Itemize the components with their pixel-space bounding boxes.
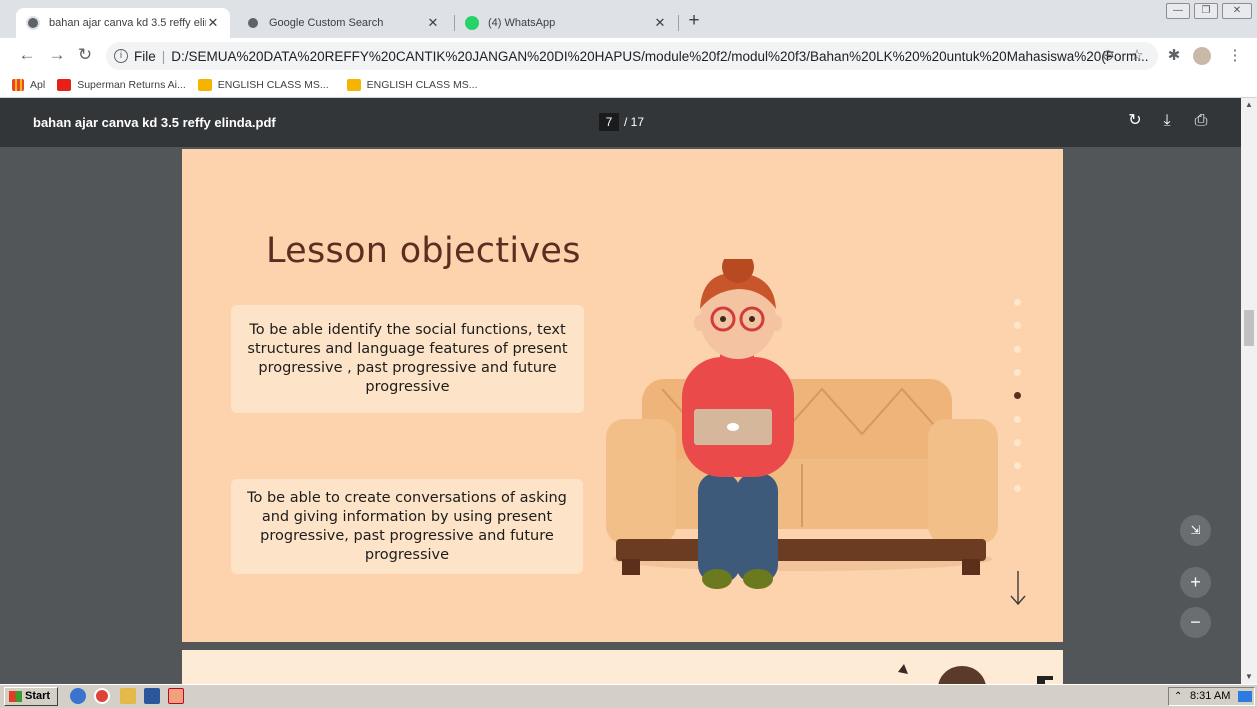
tab-whatsapp[interactable]: (4) WhatsApp ✕ (455, 8, 677, 38)
slide-nav-dot (1014, 299, 1021, 306)
file-label: File (134, 48, 156, 64)
page-title: Lesson objectives (266, 231, 581, 271)
clock: 8:31 AM (1190, 690, 1231, 702)
slide-nav-dot (1014, 392, 1021, 400)
internet-explorer-icon[interactable] (70, 688, 86, 704)
tab-strip: bahan ajar canva kd 3.5 reffy elinda.pdf… (0, 0, 1257, 38)
bookmark-label: Superman Returns Ai... (77, 78, 186, 91)
app-icon[interactable] (168, 688, 184, 704)
back-button[interactable]: ← (16, 44, 38, 66)
download-icon[interactable]: ⤓ (1157, 111, 1177, 131)
url-text: D:/SEMUA%20DATA%20REFFY%20CANTIK%20JANGA… (171, 48, 1149, 64)
next-slide-page (182, 650, 1063, 684)
tab-title: bahan ajar canva kd 3.5 reffy elinda.pdf (49, 17, 206, 29)
tab-google-search[interactable]: Google Custom Search ✕ (236, 8, 450, 38)
vertical-scrollbar[interactable]: ▲ ▼ (1241, 98, 1257, 684)
avatar[interactable] (1193, 47, 1211, 65)
slide-nav-dot (1014, 415, 1021, 423)
start-button[interactable]: Start (4, 687, 58, 706)
address-bar[interactable]: i File | D:/SEMUA%20DATA%20REFFY%20CANTI… (106, 42, 1158, 70)
scroll-up-icon[interactable]: ▲ (1241, 98, 1257, 112)
rotate-icon[interactable]: ↻ (1125, 111, 1145, 131)
tab-separator (678, 15, 679, 31)
bookmarks-bar: Apl Superman Returns Ai... ENGLISH CLASS… (0, 72, 1257, 98)
windows-taskbar: Start 8:31 AM ⌃ (0, 684, 1257, 708)
objective-text: To be able to create conversations of as… (247, 489, 567, 563)
page-number-input[interactable]: 7 (599, 113, 619, 131)
bookmark-label: Apl (30, 78, 46, 91)
close-tab-icon[interactable]: ✕ (653, 15, 667, 31)
objective-text: To be able identify the social functions… (247, 322, 568, 395)
slide-nav-dot (1014, 368, 1021, 376)
browser-toolbar: ← → ↻ i File | D:/SEMUA%20DATA%20REFFY%2… (0, 38, 1257, 72)
scroll-down-icon[interactable]: ▼ (1241, 670, 1257, 684)
bookmark-english-class-2[interactable]: ENGLISH CLASS MS... (346, 78, 478, 91)
reload-button[interactable]: ↻ (74, 44, 96, 66)
slide-nav-dot (1014, 438, 1021, 446)
globe-icon (246, 16, 260, 30)
bookmark-english-class-1[interactable]: ENGLISH CLASS MS... (197, 78, 329, 91)
page-total: / 17 (624, 115, 645, 129)
forward-button[interactable]: → (46, 44, 68, 66)
network-icon[interactable] (1238, 691, 1252, 702)
site-info-icon[interactable]: i (114, 49, 128, 63)
youtube-icon (57, 78, 72, 91)
slide-nav-dot (1014, 345, 1021, 353)
fit-to-page-button[interactable]: ⇲ (1180, 515, 1211, 546)
bookmark-label: ENGLISH CLASS MS... (366, 78, 478, 91)
whatsapp-icon (465, 16, 479, 30)
bookmark-superman[interactable]: Superman Returns Ai... (57, 78, 186, 91)
arrow-down-icon (1010, 571, 1026, 606)
zoom-icon[interactable]: ⊖ (1099, 47, 1117, 65)
next-slide-illustration (898, 664, 1053, 684)
chevron-up-icon[interactable]: ⌃ (1174, 688, 1182, 705)
slide-nav-dot (1014, 462, 1021, 470)
slide-nav-dot (1014, 322, 1021, 330)
tab-title: Google Custom Search (269, 17, 384, 29)
slide-nav-dot (1014, 485, 1021, 493)
tab-pdf[interactable]: bahan ajar canva kd 3.5 reffy elinda.pdf… (16, 8, 230, 38)
print-icon[interactable]: ⎙ (1191, 111, 1211, 131)
word-icon[interactable] (144, 688, 160, 704)
close-tab-icon[interactable]: ✕ (206, 15, 220, 31)
chrome-icon[interactable] (94, 688, 110, 704)
woman-on-sofa-illustration (606, 259, 998, 589)
bookmark-apps[interactable]: Apl (12, 78, 46, 91)
system-tray: 8:31 AM ⌃ (1168, 687, 1255, 706)
objective-box-2: To be able to create conversations of as… (231, 479, 583, 574)
start-label: Start (25, 690, 51, 702)
pdf-title: bahan ajar canva kd 3.5 reffy elinda.pdf (33, 115, 276, 130)
objective-box-1: To be able identify the social functions… (231, 305, 584, 413)
apps-grid-icon (12, 78, 24, 91)
divider: | (161, 48, 166, 64)
new-tab-button[interactable]: + (684, 10, 704, 32)
zoom-in-button[interactable]: + (1180, 567, 1211, 598)
classroom-icon (346, 78, 361, 91)
pdf-viewport[interactable]: Lesson objectives To be able identify th… (0, 147, 1241, 684)
classroom-icon (197, 78, 212, 91)
tab-title: (4) WhatsApp (488, 17, 556, 29)
close-window-button[interactable]: ✕ (1222, 3, 1252, 19)
scrollbar-thumb[interactable] (1244, 310, 1254, 346)
bookmark-star-icon[interactable]: ☆ (1128, 47, 1146, 65)
globe-icon (26, 16, 40, 30)
menu-kebab-icon[interactable]: ⋮ (1226, 47, 1244, 65)
close-tab-icon[interactable]: ✕ (426, 15, 440, 31)
slide-page: Lesson objectives To be able identify th… (182, 149, 1063, 642)
minimize-button[interactable]: — (1166, 3, 1190, 19)
restore-button[interactable]: ❐ (1194, 3, 1218, 19)
extensions-icon[interactable]: ✱ (1165, 47, 1183, 65)
windows-logo-icon (9, 691, 22, 702)
folder-icon[interactable] (120, 688, 136, 704)
pdf-toolbar: bahan ajar canva kd 3.5 reffy elinda.pdf… (0, 98, 1257, 147)
zoom-out-button[interactable]: − (1180, 607, 1211, 638)
bookmark-label: ENGLISH CLASS MS... (217, 78, 329, 91)
